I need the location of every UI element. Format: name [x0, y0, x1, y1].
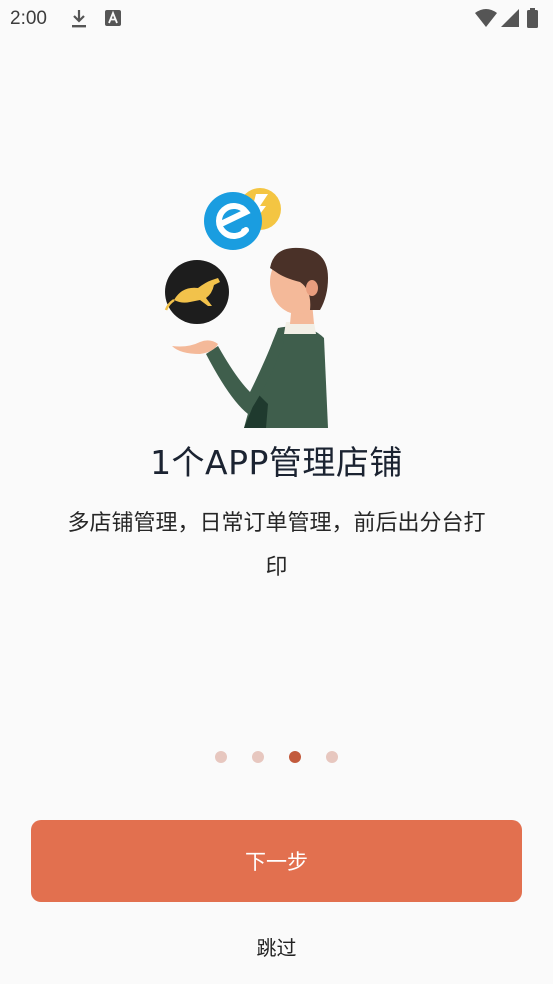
page-dot-3-active[interactable]: [289, 751, 301, 763]
next-button[interactable]: 下一步: [31, 820, 522, 902]
page-dot-2[interactable]: [252, 751, 264, 763]
page-indicator: [0, 751, 553, 763]
eleme-logo-icon: [204, 192, 262, 250]
onboarding-screen: 2:00 1个APP管理店铺 多店铺管理，日常订单管理，前后出分台打印 下一步 …: [0, 0, 553, 984]
wifi-icon: [475, 9, 497, 27]
kangaroo-logo-icon: [164, 260, 229, 324]
page-dot-4[interactable]: [326, 751, 338, 763]
signal-icon: [501, 9, 519, 27]
battery-icon: [527, 8, 538, 28]
a-notification-icon: [105, 10, 121, 26]
skip-link[interactable]: 跳过: [0, 932, 553, 961]
status-time: 2:00: [10, 8, 47, 29]
onboarding-title: 1个APP管理店铺: [150, 443, 403, 482]
page-dot-1[interactable]: [215, 751, 227, 763]
status-bar: 2:00: [0, 0, 553, 36]
onboarding-subtitle: 多店铺管理，日常订单管理，前后出分台打印: [67, 511, 486, 580]
onboarding-illustration: [164, 188, 328, 428]
download-icon: [72, 10, 86, 28]
